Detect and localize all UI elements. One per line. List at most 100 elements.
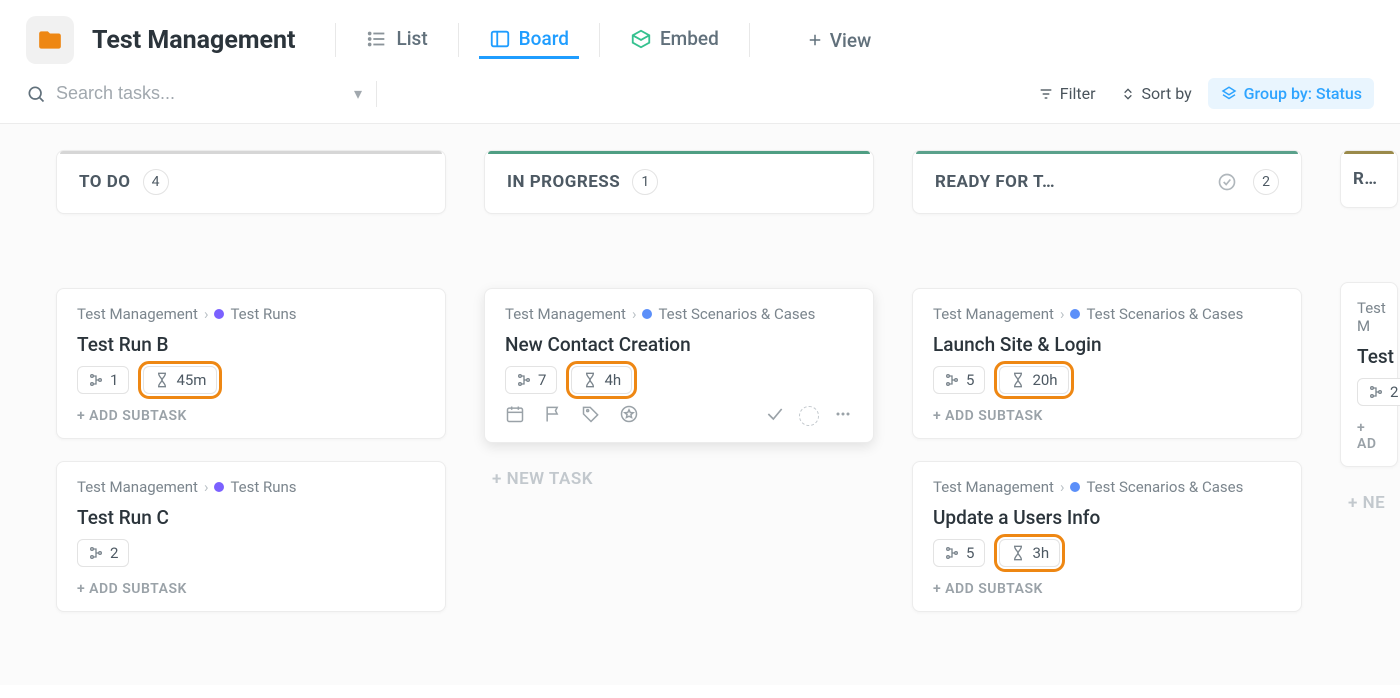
new-task-button[interactable]: + NE	[1348, 493, 1398, 513]
duration-chip[interactable]: 3h	[999, 539, 1060, 567]
unassigned-avatar-icon[interactable]	[799, 406, 819, 426]
filter-label: Filter	[1060, 84, 1096, 103]
task-card[interactable]: Test Management › Test Scenarios & Cases…	[912, 288, 1302, 439]
view-tab-label: List	[396, 27, 427, 50]
separator	[458, 23, 459, 57]
filter-button[interactable]: Filter	[1030, 80, 1104, 107]
hourglass-icon	[154, 372, 170, 388]
header: Test Management List Board Embed View	[0, 0, 1400, 70]
task-card[interactable]: Test M Test 2 + AD	[1340, 282, 1398, 467]
task-title: Test Run C	[77, 506, 425, 529]
groupby-label: Group by: Status	[1244, 84, 1362, 103]
meta-row: 7 4h	[505, 366, 853, 394]
search-icon	[26, 84, 46, 104]
view-tab-board[interactable]: Board	[479, 21, 579, 59]
breadcrumb-project: Test Management	[933, 305, 1054, 323]
column-ready2: REA Test M Test 2 + AD + NE	[1340, 150, 1398, 659]
chevron-down-icon[interactable]: ▾	[354, 84, 362, 103]
folder-icon	[26, 16, 74, 64]
separator	[376, 81, 377, 107]
view-tab-label: Board	[519, 27, 569, 50]
subtask-count-chip[interactable]: 2	[77, 539, 129, 567]
column-header[interactable]: REA	[1340, 150, 1398, 208]
view-tab-embed[interactable]: Embed	[620, 21, 729, 59]
breadcrumb-project: Test Management	[505, 305, 626, 323]
add-view-button[interactable]: View	[806, 29, 871, 52]
groupby-icon	[1220, 85, 1238, 103]
separator	[599, 23, 600, 57]
task-title: Launch Site & Login	[933, 333, 1281, 356]
star-icon[interactable]	[619, 404, 639, 428]
column-name: TO DO	[79, 172, 131, 192]
add-view-label: View	[830, 29, 871, 52]
column-ready: READY FOR T… 2 Test Management › Test Sc…	[912, 150, 1302, 659]
column-todo: TO DO 4 Test Management › Test Runs Test…	[56, 150, 446, 659]
add-subtask-button[interactable]: + ADD SUBTASK	[933, 581, 1281, 597]
calendar-icon[interactable]	[505, 404, 525, 428]
task-title: Update a Users Info	[933, 506, 1281, 529]
subtask-count: 1	[110, 371, 118, 389]
column-header[interactable]: IN PROGRESS 1	[484, 150, 874, 214]
task-title: New Contact Creation	[505, 333, 853, 356]
task-title: Test Run B	[77, 333, 425, 356]
task-card[interactable]: Test Management › Test Scenarios & Cases…	[912, 461, 1302, 612]
search-input[interactable]	[54, 82, 254, 105]
new-task-button[interactable]: + NEW TASK	[492, 469, 874, 489]
page-title: Test Management	[92, 26, 295, 55]
subtask-icon	[88, 545, 104, 561]
breadcrumb: Test M	[1357, 299, 1387, 335]
view-tab-list[interactable]: List	[356, 21, 437, 59]
column-name: IN PROGRESS	[507, 172, 620, 192]
status-dot-icon	[1070, 482, 1080, 492]
task-card[interactable]: Test Management › Test Scenarios & Cases…	[484, 288, 874, 443]
subtask-icon	[88, 372, 104, 388]
duration-value: 45m	[176, 371, 206, 389]
checkmark-icon[interactable]	[765, 404, 785, 428]
subtask-count: 7	[538, 371, 546, 389]
view-tab-label: Embed	[660, 27, 719, 50]
column-header[interactable]: TO DO 4	[56, 150, 446, 214]
add-subtask-button[interactable]: + ADD SUBTASK	[77, 408, 425, 424]
add-subtask-button[interactable]: + ADD SUBTASK	[933, 408, 1281, 424]
breadcrumb-list: Test Scenarios & Cases	[658, 305, 815, 323]
breadcrumb: Test Management › Test Scenarios & Cases	[505, 305, 853, 323]
board: TO DO 4 Test Management › Test Runs Test…	[0, 123, 1400, 685]
duration-chip[interactable]: 20h	[999, 366, 1068, 394]
duration-chip[interactable]: 4h	[571, 366, 632, 394]
breadcrumb-list: Test Runs	[230, 478, 296, 496]
add-subtask-button[interactable]: + ADD SUBTASK	[77, 581, 425, 597]
subtask-count-chip[interactable]: 7	[505, 366, 557, 394]
subtask-count-chip[interactable]: 2	[1357, 378, 1400, 406]
subtask-icon	[944, 545, 960, 561]
search[interactable]	[26, 82, 346, 105]
sort-button[interactable]: Sort by	[1112, 80, 1200, 107]
hourglass-icon	[1010, 545, 1026, 561]
separator	[749, 23, 750, 57]
toolbar: ▾ Filter Sort by Group by: Status	[0, 70, 1400, 123]
tag-icon[interactable]	[581, 404, 601, 428]
add-subtask-button[interactable]: + AD	[1357, 420, 1387, 452]
meta-row: 1 45m	[77, 366, 425, 394]
duration-chip[interactable]: 45m	[143, 366, 217, 394]
subtask-count: 5	[966, 371, 974, 389]
more-icon[interactable]	[833, 404, 853, 428]
subtask-count-chip[interactable]: 1	[77, 366, 129, 394]
duration-value: 3h	[1032, 544, 1049, 562]
hourglass-icon	[1010, 372, 1026, 388]
column-count: 4	[143, 169, 169, 195]
breadcrumb: Test Management › Test Scenarios & Cases	[933, 478, 1281, 496]
subtask-count: 2	[1390, 383, 1398, 401]
filter-icon	[1038, 86, 1054, 102]
subtask-count-chip[interactable]: 5	[933, 539, 985, 567]
subtask-count-chip[interactable]: 5	[933, 366, 985, 394]
flag-icon[interactable]	[543, 404, 563, 428]
sort-icon	[1120, 86, 1136, 102]
separator	[335, 23, 336, 57]
task-card[interactable]: Test Management › Test Runs Test Run B 1…	[56, 288, 446, 439]
groupby-button[interactable]: Group by: Status	[1208, 78, 1374, 109]
task-card[interactable]: Test Management › Test Runs Test Run C 2…	[56, 461, 446, 612]
breadcrumb-list: Test Scenarios & Cases	[1086, 305, 1243, 323]
column-inprogress: IN PROGRESS 1 Test Management › Test Sce…	[484, 150, 874, 659]
task-title: Test	[1357, 345, 1387, 368]
column-header[interactable]: READY FOR T… 2	[912, 150, 1302, 214]
